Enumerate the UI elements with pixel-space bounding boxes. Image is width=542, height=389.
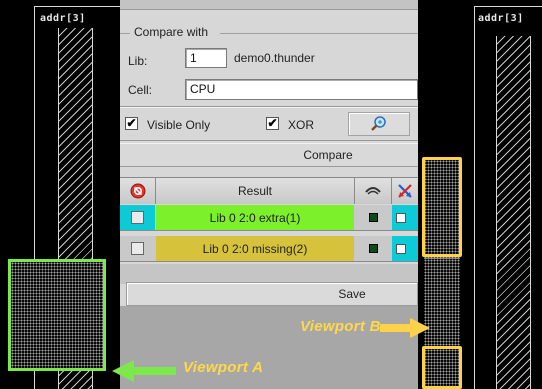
lib-number-input[interactable]: 1: [185, 48, 227, 68]
zoom-button[interactable]: [348, 112, 410, 136]
cell-label: Cell:: [128, 83, 153, 97]
pin-label: addr[3]: [478, 13, 524, 24]
compare-with-title: Compare with: [134, 25, 209, 39]
cell-input[interactable]: CPU: [185, 79, 418, 100]
wire-vertical: [474, 6, 475, 389]
xor-checkbox[interactable]: ✔: [266, 117, 279, 130]
result-row[interactable]: Lib 0 2:0 missing(2): [120, 236, 418, 262]
layout-canvas-left[interactable]: addr[3]: [0, 0, 120, 389]
result-column-header[interactable]: Result: [156, 178, 355, 204]
divider: [120, 140, 418, 141]
delete-column-header[interactable]: [120, 178, 156, 204]
delete-icon: [130, 183, 145, 199]
panel-title-bar: [120, 0, 418, 10]
group-border: [120, 33, 130, 34]
layout-canvas-right[interactable]: addr[3]: [418, 0, 542, 389]
result-cell[interactable]: Lib 0 2:0 extra(1): [156, 205, 354, 230]
visibility-column-header[interactable]: [355, 178, 392, 204]
xor-toggle[interactable]: [396, 212, 406, 223]
viewport-b-frame: [422, 346, 462, 389]
viewport-a-annotation: Viewport A: [183, 359, 264, 376]
group-border: [220, 33, 418, 34]
magnifier-icon: [371, 116, 386, 131]
wire-horizontal: [34, 6, 120, 7]
visibility-toggle[interactable]: [368, 213, 378, 222]
viewport-b-frame: [422, 157, 462, 257]
save-button[interactable]: Save: [126, 282, 418, 306]
pin-label: addr[3]: [40, 13, 86, 24]
visible-only-label: Visible Only: [147, 118, 211, 132]
result-row[interactable]: Lib 0 2:0 extra(1): [120, 205, 418, 231]
xor-cell[interactable]: [392, 205, 418, 230]
wire-vertical: [496, 36, 497, 389]
row-checkbox[interactable]: [131, 242, 144, 255]
region-edge: [424, 258, 460, 259]
arrow-left-icon: [112, 360, 176, 382]
metal-hatched-region: [496, 36, 530, 389]
lib-label: Lib:: [128, 54, 148, 68]
viewport-a-frame: [8, 259, 106, 371]
viewport-b-annotation: Viewport B: [300, 318, 381, 335]
visible-only-checkbox[interactable]: ✔: [125, 117, 138, 130]
row-select-cell[interactable]: [120, 205, 155, 230]
result-cell[interactable]: Lib 0 2:0 missing(2): [156, 236, 354, 261]
result-table-header: Result: [120, 177, 418, 204]
row-select-cell[interactable]: [120, 236, 155, 261]
compare-button[interactable]: Compare: [120, 143, 418, 167]
divider: [120, 107, 418, 108]
xor-column-header[interactable]: [392, 178, 418, 204]
eye-icon: [365, 187, 381, 195]
cross-arrows-icon: [398, 184, 412, 198]
row-checkbox[interactable]: [131, 211, 144, 224]
wire-vertical: [530, 36, 531, 389]
xor-toggle[interactable]: [396, 243, 406, 254]
result-list-empty-area: [120, 264, 418, 284]
visibility-toggle[interactable]: [368, 244, 378, 253]
xor-cell[interactable]: [392, 236, 418, 261]
lib-name-text: demo0.thunder: [234, 51, 315, 65]
wire-horizontal: [474, 6, 542, 7]
visibility-cell[interactable]: [355, 205, 391, 230]
xor-label: XOR: [288, 118, 315, 132]
visibility-cell[interactable]: [355, 236, 391, 261]
arrow-right-icon: [380, 318, 430, 338]
